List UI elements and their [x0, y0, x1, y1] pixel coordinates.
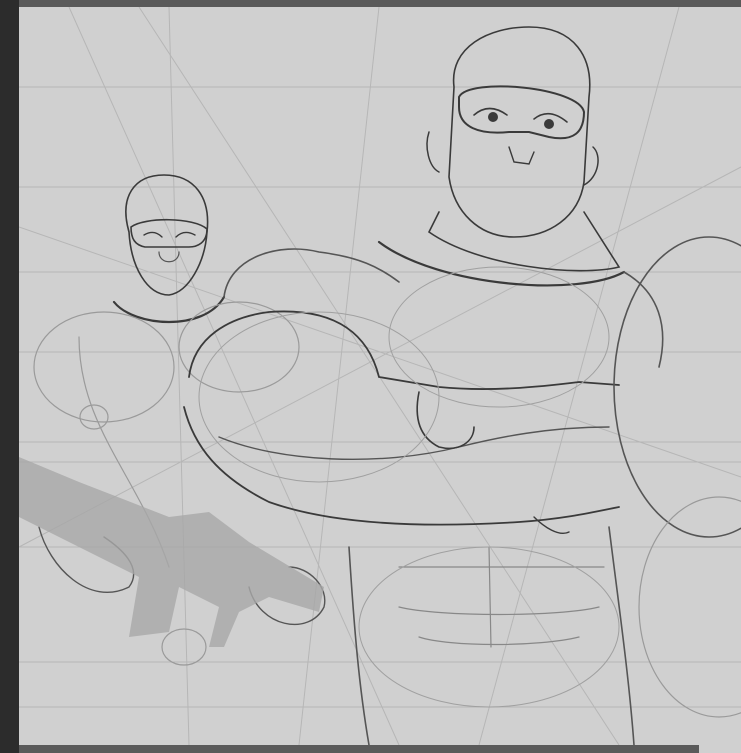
drawing-workspace	[0, 0, 741, 753]
canvas-top-border	[19, 0, 741, 7]
sketch-svg	[19, 7, 741, 745]
canvas-bottom-border	[19, 745, 699, 753]
left-panel-edge	[0, 0, 19, 753]
perspective-guides	[19, 7, 741, 745]
background-figure	[19, 174, 326, 666]
drawing-canvas[interactable]	[19, 7, 741, 745]
foreground-figure	[183, 26, 741, 745]
